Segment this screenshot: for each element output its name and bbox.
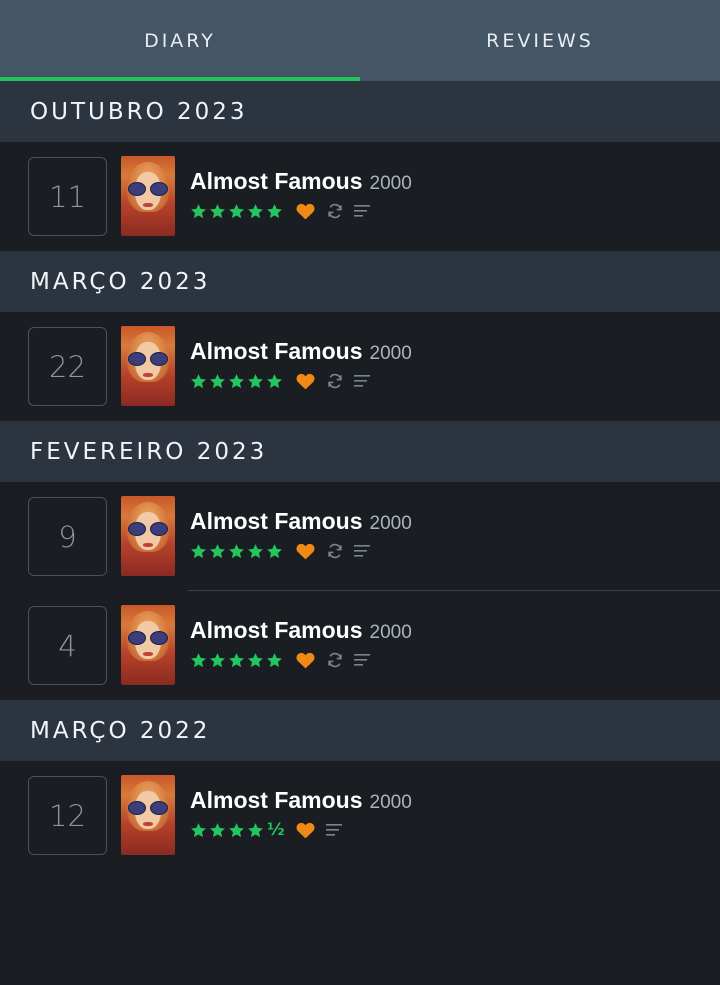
film-poster[interactable] <box>121 605 175 685</box>
heart-icon <box>296 203 315 219</box>
rewatch-icon <box>328 373 342 389</box>
entry-meta <box>190 371 412 391</box>
tab-reviews[interactable]: REVIEWS <box>360 0 720 81</box>
star-icon <box>210 652 225 667</box>
rewatch-icon <box>328 543 342 559</box>
star-icon <box>191 203 206 218</box>
entry-meta <box>190 541 412 561</box>
film-title[interactable]: Almost Famous <box>190 617 363 644</box>
month-header: MARÇO 2023 <box>0 251 720 312</box>
tab-diary[interactable]: DIARY <box>0 0 360 81</box>
heart-icon <box>296 543 315 559</box>
month-header: FEVEREIRO 2023 <box>0 421 720 482</box>
heart-icon <box>296 373 315 389</box>
film-poster[interactable] <box>121 496 175 576</box>
entry-info: Almost Famous 2000 <box>190 338 412 391</box>
review-lines-icon <box>354 545 370 557</box>
day-badge: 4 <box>28 606 107 685</box>
rewatch-icon <box>328 652 342 668</box>
star-icon <box>229 543 244 558</box>
star-icon <box>210 543 225 558</box>
day-badge: 11 <box>28 157 107 236</box>
star-icon <box>229 373 244 388</box>
star-icon <box>229 203 244 218</box>
entry-meta <box>190 201 412 221</box>
star-rating <box>190 652 285 669</box>
diary-entry[interactable]: 12 Almost Famous 2000 ½ <box>0 761 720 870</box>
star-rating <box>190 373 285 390</box>
star-icon <box>248 373 263 388</box>
star-icon <box>210 822 225 837</box>
diary-entry[interactable]: 11 Almost Famous 2000 <box>0 142 720 251</box>
film-title[interactable]: Almost Famous <box>190 338 363 365</box>
star-icon <box>248 203 263 218</box>
entry-info: Almost Famous 2000 <box>190 508 412 561</box>
entry-meta: ½ <box>190 820 412 840</box>
tab-bar: DIARY REVIEWS <box>0 0 720 81</box>
star-icon <box>248 543 263 558</box>
film-year: 2000 <box>369 513 412 534</box>
film-year: 2000 <box>369 622 412 643</box>
film-title[interactable]: Almost Famous <box>190 508 363 535</box>
diary-entry[interactable]: 22 Almost Famous 2000 <box>0 312 720 421</box>
star-rating <box>190 203 285 220</box>
star-icon <box>267 373 282 388</box>
star-icon <box>210 373 225 388</box>
entry-info: Almost Famous 2000 <box>190 168 412 221</box>
review-lines-icon <box>325 824 342 836</box>
day-badge: 22 <box>28 327 107 406</box>
rewatch-icon <box>328 203 342 219</box>
star-icon <box>229 652 244 667</box>
star-icon <box>248 652 263 667</box>
star-icon <box>229 822 244 837</box>
diary-entry[interactable]: 4 Almost Famous 2000 <box>0 591 720 700</box>
day-badge: 12 <box>28 776 107 855</box>
film-title[interactable]: Almost Famous <box>190 168 363 195</box>
star-icon <box>191 373 206 388</box>
star-icon <box>210 203 225 218</box>
entry-meta <box>190 650 412 670</box>
star-icon <box>267 652 282 667</box>
day-badge: 9 <box>28 497 107 576</box>
film-poster[interactable] <box>121 326 175 406</box>
entry-info: Almost Famous 2000 ½ <box>190 787 412 840</box>
film-poster[interactable] <box>121 156 175 236</box>
film-title[interactable]: Almost Famous <box>190 787 363 814</box>
star-icon <box>191 652 206 667</box>
review-lines-icon <box>354 205 370 217</box>
film-year: 2000 <box>369 792 412 813</box>
star-icon <box>191 822 206 837</box>
film-year: 2000 <box>369 343 412 364</box>
star-rating: ½ <box>190 819 285 840</box>
half-star-glyph: ½ <box>267 819 285 840</box>
month-header: OUTUBRO 2023 <box>0 81 720 142</box>
review-lines-icon <box>354 654 370 666</box>
film-poster[interactable] <box>121 775 175 855</box>
star-icon <box>248 822 263 837</box>
diary-entry[interactable]: 9 Almost Famous 2000 <box>0 482 720 591</box>
star-rating <box>190 543 285 560</box>
star-icon <box>191 543 206 558</box>
month-header: MARÇO 2022 <box>0 700 720 761</box>
entry-info: Almost Famous 2000 <box>190 617 412 670</box>
star-icon <box>267 543 282 558</box>
heart-icon <box>296 822 315 838</box>
star-icon <box>267 203 282 218</box>
review-lines-icon <box>354 375 370 387</box>
heart-icon <box>296 652 315 668</box>
film-year: 2000 <box>369 173 412 194</box>
